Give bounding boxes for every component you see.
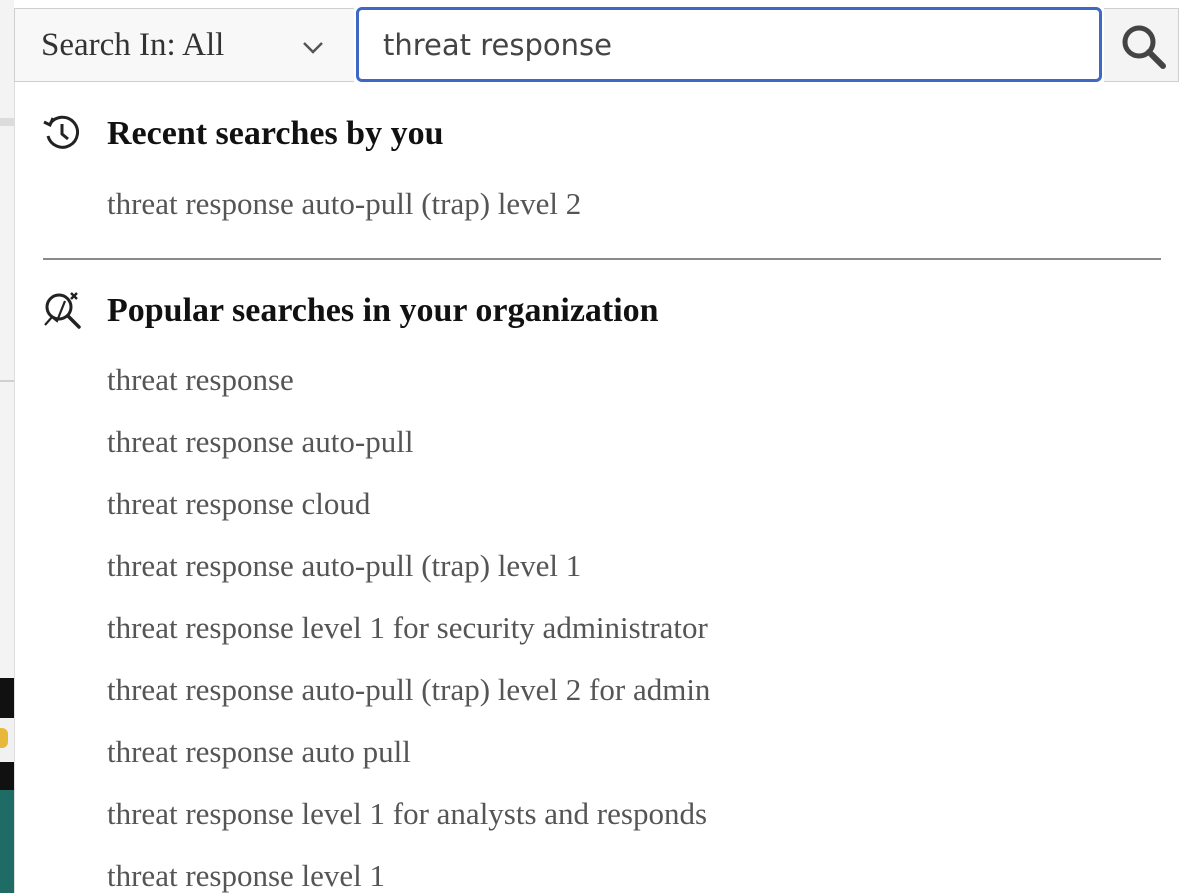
background-segment [0, 118, 14, 126]
section-divider [43, 258, 1161, 260]
popular-search-item[interactable]: threat response cloud [107, 486, 370, 522]
popular-search-item[interactable]: threat response level 1 for security adm… [107, 610, 708, 646]
search-suggestions-panel: Recent searches by you threat response a… [14, 82, 1179, 893]
search-input[interactable] [356, 7, 1102, 82]
popular-search-item[interactable]: threat response auto pull [107, 734, 411, 770]
popular-search-item[interactable]: threat response auto-pull [107, 424, 413, 460]
background-segment [0, 380, 14, 382]
search-icon [1122, 25, 1166, 69]
history-icon [43, 115, 80, 149]
search-button[interactable] [1104, 8, 1179, 82]
background-strip [0, 0, 14, 893]
recent-search-item[interactable]: threat response auto-pull (trap) level 2 [107, 186, 581, 222]
chevron-down-icon [303, 42, 323, 54]
popular-search-item[interactable]: threat response auto-pull (trap) level 1 [107, 548, 581, 584]
recent-searches-heading: Recent searches by you [107, 115, 444, 152]
search-scope-label: Search In: All [41, 27, 225, 63]
popular-search-item[interactable]: threat response level 1 for analysts and… [107, 796, 707, 832]
trending-search-icon [44, 292, 81, 329]
popular-searches-heading: Popular searches in your organization [107, 292, 659, 329]
popular-search-item[interactable]: threat response auto-pull (trap) level 2… [107, 672, 710, 708]
popular-search-item[interactable]: threat response [107, 362, 294, 398]
popular-search-item[interactable]: threat response level 1 [107, 858, 385, 894]
background-segment [0, 678, 14, 718]
background-segment [0, 790, 14, 893]
background-segment [0, 762, 14, 790]
background-segment [0, 718, 14, 762]
search-scope-dropdown[interactable]: Search In: All [14, 8, 354, 82]
